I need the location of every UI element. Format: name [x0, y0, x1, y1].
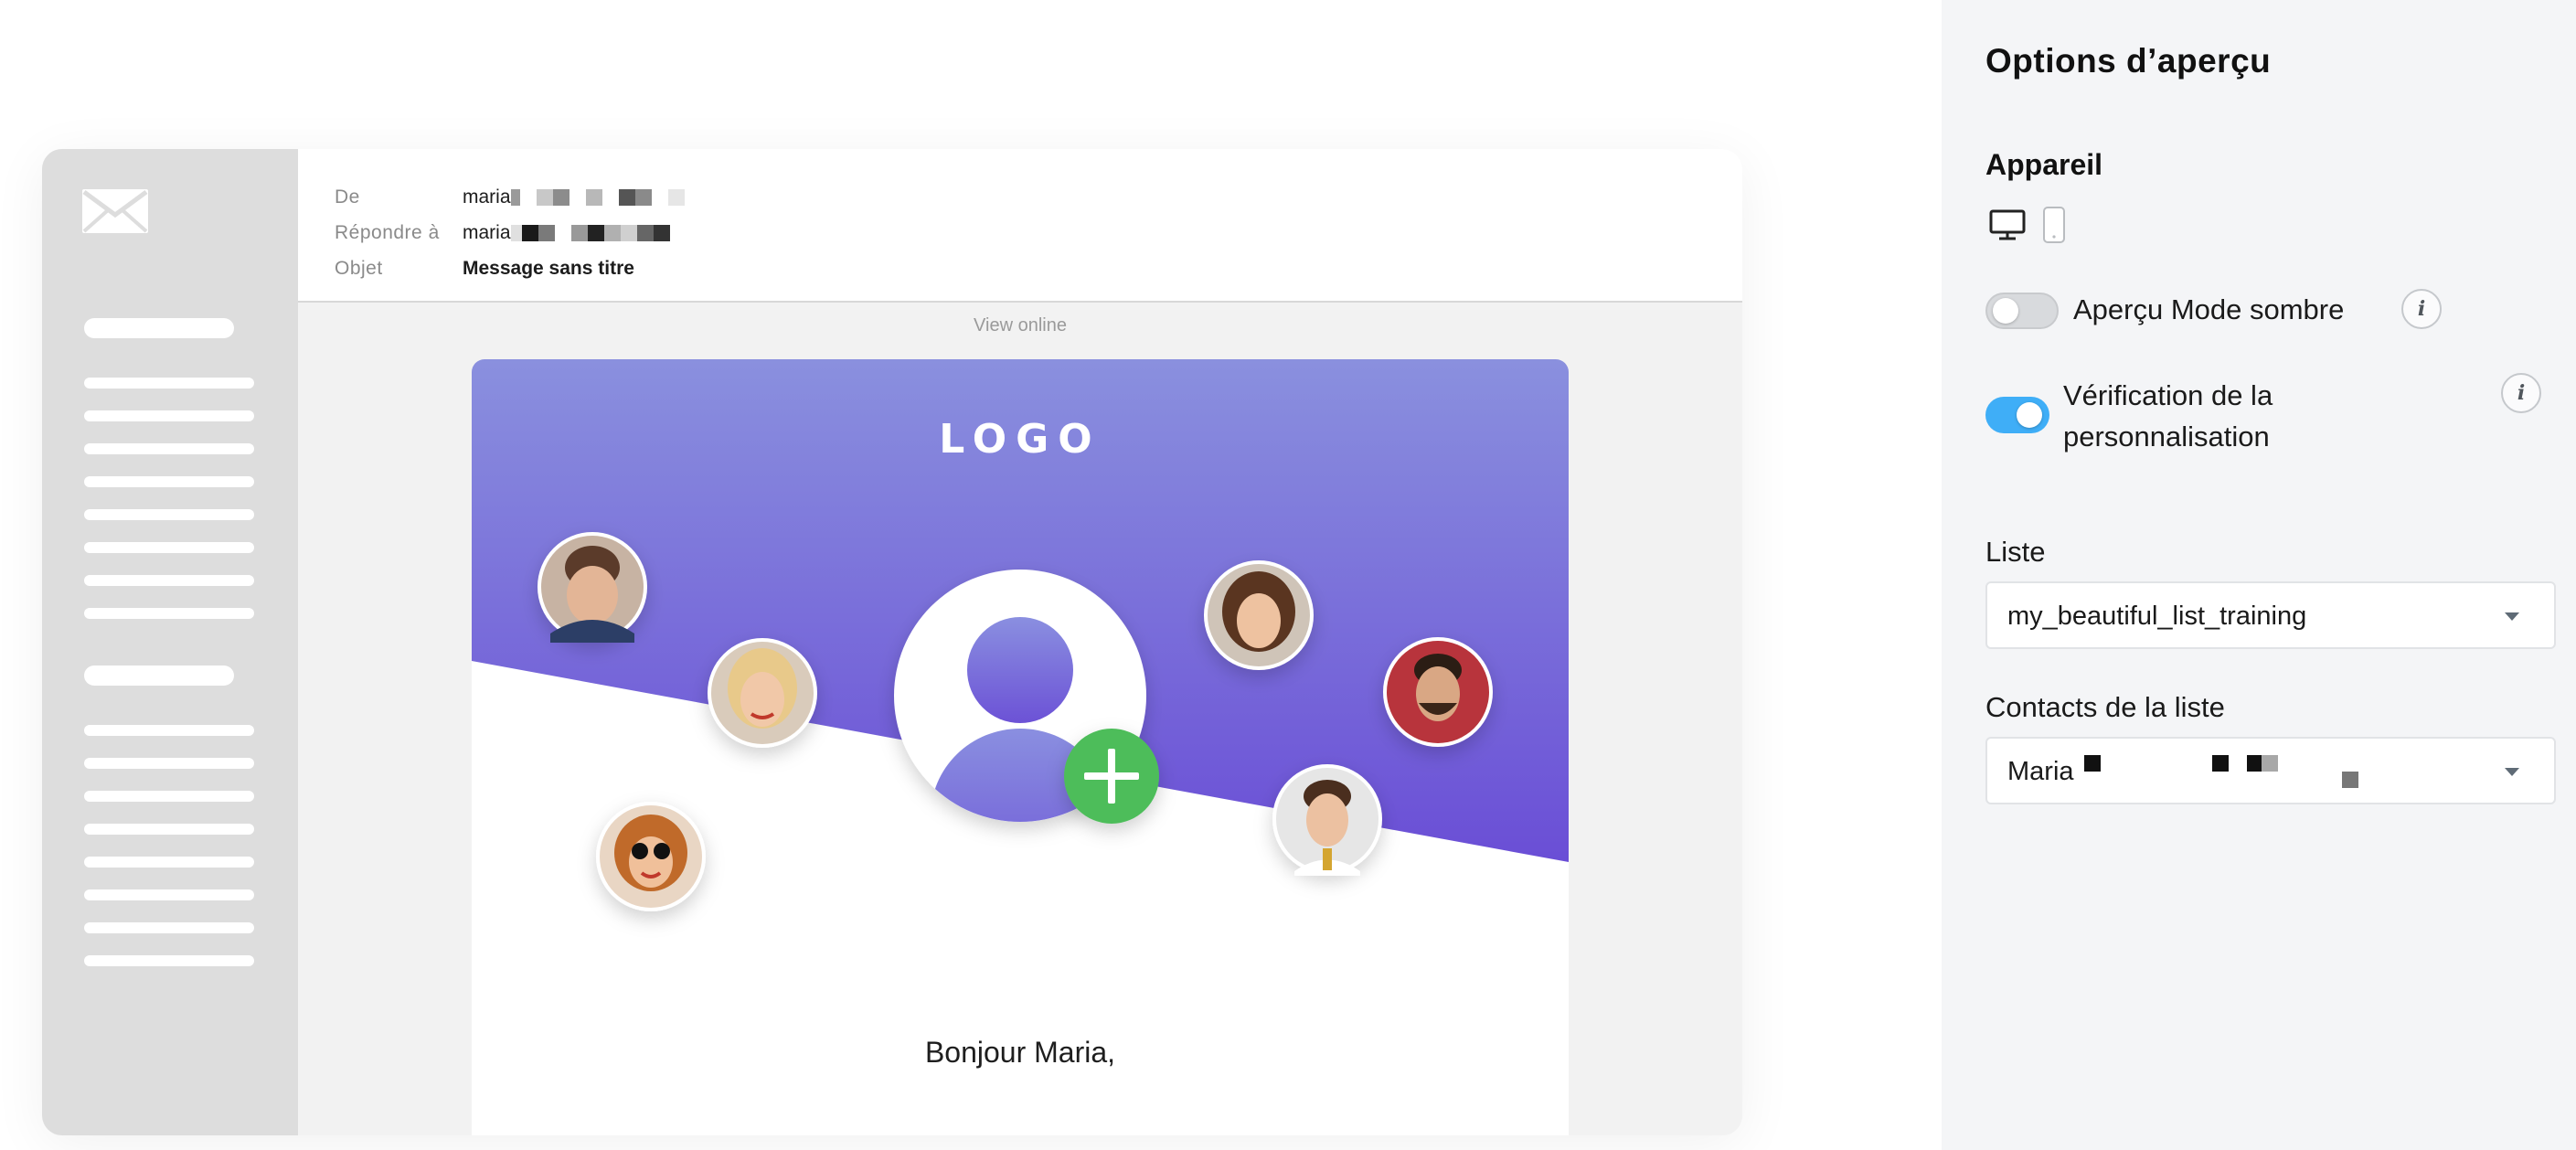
redacted-pixel	[521, 225, 538, 241]
from-address: maria	[463, 186, 511, 208]
email-preview-area: De maria Répondre à maria Objet Message …	[0, 0, 1942, 1150]
sidebar-placeholder-line	[84, 889, 254, 900]
redacted-pixel	[552, 189, 569, 206]
redacted-pixel	[536, 189, 553, 206]
hero-banner	[472, 359, 1569, 911]
sidebar-placeholder-line	[84, 758, 254, 769]
redacted-pixel	[554, 225, 571, 241]
toggle-knob	[2017, 402, 2042, 428]
sidebar-placeholder-line	[84, 725, 254, 736]
list-label: Liste	[1985, 536, 2046, 568]
redacted-pixel	[603, 225, 621, 241]
redacted-pixel	[601, 189, 619, 206]
sidebar-placeholder-line	[84, 378, 254, 389]
list-select[interactable]: my_beautiful_list_training	[1985, 581, 2556, 649]
reply-to-label: Répondre à	[335, 222, 440, 243]
sidebar-placeholder-line	[84, 575, 254, 586]
sidebar-placeholder-header	[84, 318, 234, 338]
contact-select-value: Maria	[2007, 757, 2074, 786]
reply-to-row: Répondre à maria	[335, 219, 670, 247]
mail-client-window: De maria Répondre à maria Objet Message …	[42, 149, 1742, 1135]
reply-to-address: maria	[463, 222, 511, 243]
sidebar-placeholder-line	[84, 410, 254, 421]
envelope-icon	[82, 189, 148, 233]
subject-value: Message sans titre	[463, 258, 634, 279]
sidebar-placeholder-line	[84, 955, 254, 966]
redacted-pixel	[667, 189, 685, 206]
from-row: De maria	[335, 184, 685, 211]
contact-avatar	[596, 802, 706, 911]
contact-avatar	[1383, 637, 1493, 747]
sidebar-placeholder-line	[84, 608, 254, 619]
chevron-down-icon	[2505, 612, 2519, 621]
redacted-pixel	[569, 189, 586, 206]
redacted-pixel	[636, 225, 654, 241]
redacted-pixel	[585, 189, 602, 206]
contact-avatar	[1272, 764, 1382, 876]
sidebar-placeholder-line	[84, 922, 254, 933]
redacted-pixel	[570, 225, 588, 241]
sidebar-placeholder-line	[84, 857, 254, 868]
reply-to-value: maria	[463, 222, 670, 244]
redacted-pixel	[2342, 772, 2358, 788]
email-header: De maria Répondre à maria Objet Message …	[298, 149, 1742, 303]
mail-sidebar	[42, 149, 298, 1135]
chevron-down-icon	[2505, 768, 2519, 776]
desktop-icon[interactable]	[1989, 209, 2026, 240]
contact-avatar	[1204, 560, 1314, 670]
device-section-title: Appareil	[1985, 148, 2103, 181]
redacted-pixel	[651, 189, 668, 206]
redacted-pixel	[587, 225, 604, 241]
personalization-label-line1: Vérification de la	[2063, 379, 2273, 411]
mobile-icon[interactable]	[2042, 206, 2066, 244]
preview-options-panel: Options d’aperçu Appareil Aperçu Mode so…	[1942, 0, 2576, 1150]
toggle-knob	[1993, 298, 2018, 324]
add-contact-icon	[1064, 729, 1159, 824]
sidebar-placeholder-line	[84, 509, 254, 520]
personalization-info-icon[interactable]: i	[2501, 373, 2541, 413]
sidebar-placeholder-line	[84, 542, 254, 553]
personalization-label-line2: personnalisation	[2063, 421, 2270, 453]
contact-select[interactable]: Maria	[1985, 737, 2556, 804]
redacted-pixel	[519, 189, 537, 206]
subject-label: Objet	[335, 258, 383, 279]
from-label: De	[335, 186, 360, 208]
redacted-pixel	[2084, 755, 2101, 772]
dark-mode-toggle[interactable]	[1985, 293, 2059, 329]
contact-avatar	[708, 638, 817, 748]
panel-title: Options d’aperçu	[1985, 42, 2272, 80]
email-body: View online LOGO Bonjour Maria,	[298, 303, 1742, 1135]
list-select-value: my_beautiful_list_training	[2007, 602, 2307, 631]
from-value: maria	[463, 186, 685, 208]
newsletter-logo: LOGO	[939, 416, 1102, 463]
subject-row: Objet Message sans titre	[335, 255, 634, 282]
view-online-link[interactable]: View online	[298, 315, 1742, 336]
redacted-pixel	[2262, 755, 2278, 772]
sidebar-placeholder-line	[84, 476, 254, 487]
redacted-pixel	[510, 225, 522, 241]
sidebar-placeholder-header	[84, 666, 234, 686]
sidebar-placeholder-line	[84, 824, 254, 835]
redacted-pixel	[538, 225, 555, 241]
redacted-pixel	[620, 225, 637, 241]
redacted-pixel	[2212, 755, 2229, 772]
contacts-label: Contacts de la liste	[1985, 691, 2225, 723]
greeting-text: Bonjour Maria,	[924, 1036, 1116, 1069]
sidebar-placeholder-line	[84, 791, 254, 802]
redacted-pixel	[634, 189, 652, 206]
redacted-pixel	[653, 225, 670, 241]
newsletter-content: LOGO Bonjour Maria,	[472, 359, 1569, 1135]
personalization-check-toggle[interactable]	[1985, 397, 2049, 433]
dark-mode-info-icon[interactable]: i	[2401, 289, 2442, 329]
sidebar-placeholder-line	[84, 443, 254, 454]
redacted-pixel	[618, 189, 635, 206]
personalization-check-label: Vérification de la personnalisation	[2063, 375, 2273, 457]
dark-mode-label: Aperçu Mode sombre	[2073, 293, 2345, 325]
redacted-pixel	[510, 189, 520, 206]
